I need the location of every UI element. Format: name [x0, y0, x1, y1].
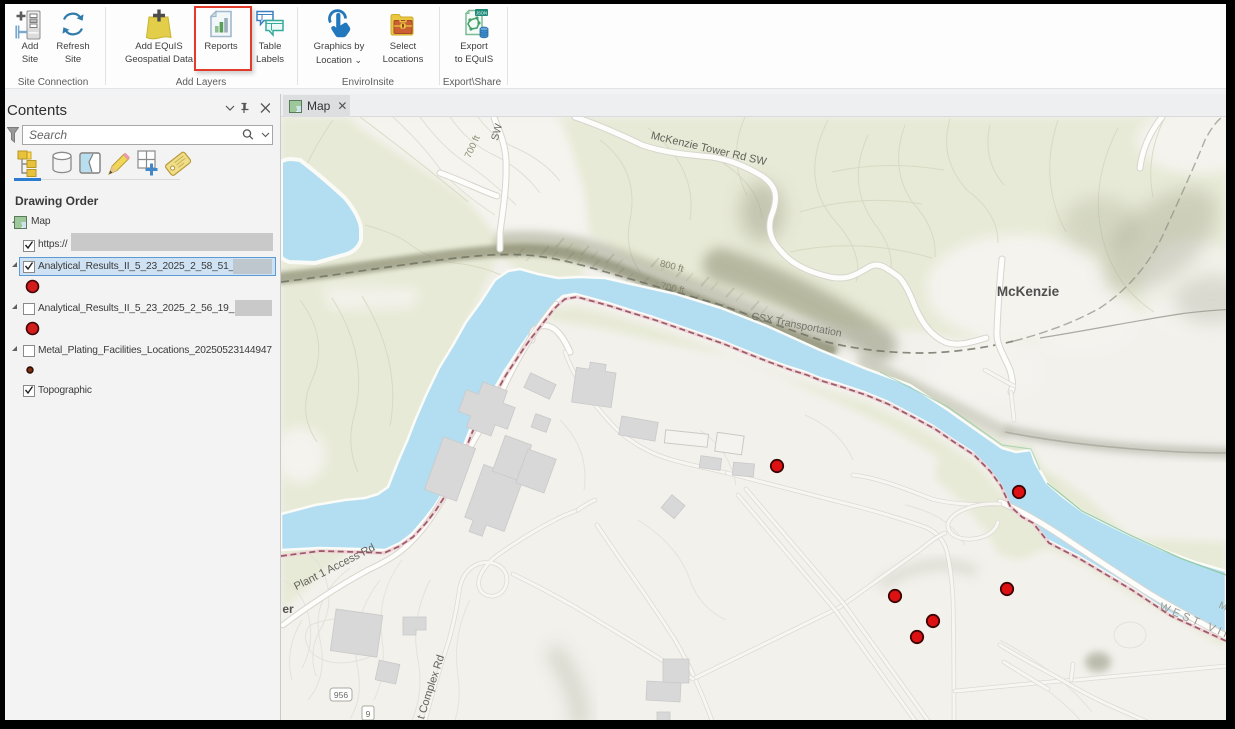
svg-text:er: er — [282, 602, 294, 616]
svg-text:JSON: JSON — [476, 10, 487, 15]
svg-text:9: 9 — [366, 709, 371, 719]
svg-text:956: 956 — [334, 690, 348, 700]
svg-text:McKenzie: McKenzie — [997, 284, 1060, 299]
